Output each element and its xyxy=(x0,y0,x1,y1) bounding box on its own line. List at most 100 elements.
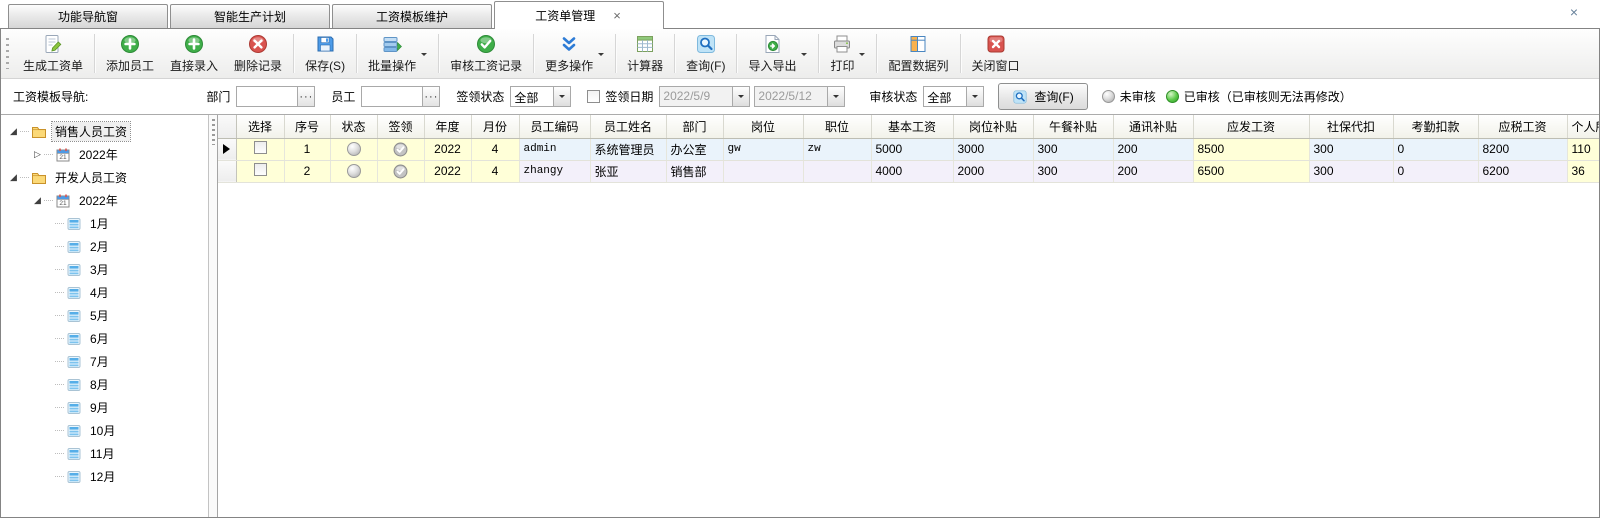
cell-social_deduct[interactable]: 300 xyxy=(1309,138,1393,160)
sign-date-from-select[interactable]: 2022/5/9 xyxy=(659,86,750,107)
dropdown-arrow-icon[interactable] xyxy=(859,53,865,59)
tab-active[interactable]: 工资单管理× xyxy=(494,1,664,29)
column-header-sign[interactable]: 签领 xyxy=(377,115,424,138)
tree-node[interactable]: 7月 xyxy=(1,350,208,373)
sign-status-dropdown-arrow-icon[interactable] xyxy=(553,87,570,106)
cell-base_salary[interactable]: 5000 xyxy=(871,138,953,160)
tree-node[interactable]: 8月 xyxy=(1,373,208,396)
cell-comm_allowance[interactable]: 200 xyxy=(1113,138,1193,160)
toolbar-close-window-button[interactable]: 关闭窗口 xyxy=(964,29,1028,78)
tree-splitter[interactable] xyxy=(208,115,218,517)
cell-attendance_deduct[interactable]: 0 xyxy=(1393,160,1478,182)
cell-taxable_pay[interactable]: 8200 xyxy=(1478,138,1567,160)
cell-emp_code[interactable]: zhangy xyxy=(519,160,590,182)
cell-title[interactable] xyxy=(803,160,871,182)
dropdown-arrow-icon[interactable] xyxy=(801,53,807,59)
cell-post[interactable]: gw xyxy=(723,138,803,160)
audit-status-dropdown-arrow-icon[interactable] xyxy=(966,87,983,106)
column-header-select[interactable]: 选择 xyxy=(236,115,284,138)
tree-node[interactable]: ▷212022年 xyxy=(1,143,208,166)
tree-node[interactable]: 4月 xyxy=(1,281,208,304)
cell-dept[interactable]: 销售部 xyxy=(666,160,723,182)
cell-sign[interactable] xyxy=(377,138,424,160)
column-header-seq[interactable]: 序号 xyxy=(284,115,330,138)
toolbar-more-operations-button[interactable]: 更多操作 xyxy=(537,29,612,78)
cell-status[interactable] xyxy=(330,138,377,160)
sign-status-select[interactable]: 全部 xyxy=(510,86,571,107)
column-header-comm_allowance[interactable]: 通讯补贴 xyxy=(1113,115,1193,138)
toolbar-direct-entry-button[interactable]: 直接录入 xyxy=(162,29,226,78)
cell-post[interactable] xyxy=(723,160,803,182)
cell-emp_name[interactable]: 张亚 xyxy=(590,160,666,182)
column-header-gross_pay[interactable]: 应发工资 xyxy=(1193,115,1309,138)
toolbar-audit-payroll-button[interactable]: 审核工资记录 xyxy=(442,29,530,78)
dropdown-arrow-icon[interactable] xyxy=(598,53,604,59)
tab-item[interactable]: 功能导航窗 xyxy=(8,4,168,28)
cell-gross_pay[interactable]: 6500 xyxy=(1193,160,1309,182)
tree-collapse-icon[interactable]: ◢ xyxy=(31,196,44,205)
column-header-base_salary[interactable]: 基本工资 xyxy=(871,115,953,138)
toolbar-delete-record-button[interactable]: 删除记录 xyxy=(226,29,290,78)
cell-seq[interactable]: 2 xyxy=(284,160,330,182)
cell-post_allowance[interactable]: 3000 xyxy=(953,138,1033,160)
column-header-attendance_deduct[interactable]: 考勤扣款 xyxy=(1393,115,1478,138)
tabstrip-close-icon[interactable]: × xyxy=(1570,5,1578,19)
toolbar-configure-columns-button[interactable]: 配置数据列 xyxy=(880,29,956,78)
cell-personal_tax[interactable]: 110 xyxy=(1567,138,1599,160)
cell-year[interactable]: 2022 xyxy=(424,138,471,160)
toolbar-query-button[interactable]: 查询(F) xyxy=(678,29,733,78)
row-select-checkbox[interactable] xyxy=(254,163,267,176)
toolbar-save-button[interactable]: 保存(S) xyxy=(297,29,353,78)
sign-date-checkbox[interactable] xyxy=(587,90,600,103)
cell-emp_name[interactable]: 系统管理员 xyxy=(590,138,666,160)
toolbar-calculator-button[interactable]: 计算器 xyxy=(619,29,671,78)
tree-collapse-icon[interactable]: ◢ xyxy=(7,173,20,182)
toolbar-add-employee-button[interactable]: 添加员工 xyxy=(98,29,162,78)
cell-select[interactable] xyxy=(236,138,284,160)
tree-node[interactable]: 3月 xyxy=(1,258,208,281)
tab-close-icon[interactable]: × xyxy=(611,9,623,22)
employee-lookup-button[interactable]: ··· xyxy=(422,87,439,106)
tree-node[interactable]: 10月 xyxy=(1,419,208,442)
cell-select[interactable] xyxy=(236,160,284,182)
column-header-post_allowance[interactable]: 岗位补贴 xyxy=(953,115,1033,138)
column-header-dept[interactable]: 部门 xyxy=(666,115,723,138)
tab-item[interactable]: 智能生产计划 xyxy=(170,4,330,28)
column-header-status[interactable]: 状态 xyxy=(330,115,377,138)
dropdown-arrow-icon[interactable] xyxy=(421,53,427,59)
tree-node[interactable]: 9月 xyxy=(1,396,208,419)
tree-node[interactable]: 2月 xyxy=(1,235,208,258)
cell-month[interactable]: 4 xyxy=(471,138,519,160)
cell-dept[interactable]: 办公室 xyxy=(666,138,723,160)
column-header-personal_tax[interactable]: 个人所得税 xyxy=(1567,115,1599,138)
dept-input-field[interactable] xyxy=(237,87,297,106)
tree-node[interactable]: ◢销售人员工资 xyxy=(1,120,208,143)
cell-gross_pay[interactable]: 8500 xyxy=(1193,138,1309,160)
query-button[interactable]: 查询(F) xyxy=(998,83,1087,110)
tree-node[interactable]: 11月 xyxy=(1,442,208,465)
sign-date-to-select[interactable]: 2022/5/12 xyxy=(754,86,845,107)
column-header-month[interactable]: 月份 xyxy=(471,115,519,138)
cell-taxable_pay[interactable]: 6200 xyxy=(1478,160,1567,182)
cell-base_salary[interactable]: 4000 xyxy=(871,160,953,182)
toolbar-generate-payroll-button[interactable]: 生成工资单 xyxy=(15,29,91,78)
column-header-taxable_pay[interactable]: 应税工资 xyxy=(1478,115,1567,138)
cell-lunch_allowance[interactable]: 300 xyxy=(1033,160,1113,182)
tab-item[interactable]: 工资模板维护 xyxy=(332,4,492,28)
cell-sign[interactable] xyxy=(377,160,424,182)
toolbar-import-export-button[interactable]: 导入导出 xyxy=(740,29,815,78)
employee-input-field[interactable] xyxy=(362,87,422,106)
cell-lunch_allowance[interactable]: 300 xyxy=(1033,138,1113,160)
column-header-emp_code[interactable]: 员工编码 xyxy=(519,115,590,138)
column-header-year[interactable]: 年度 xyxy=(424,115,471,138)
toolbar-print-button[interactable]: 打印 xyxy=(822,29,873,78)
cell-year[interactable]: 2022 xyxy=(424,160,471,182)
cell-emp_code[interactable]: admin xyxy=(519,138,590,160)
cell-title[interactable]: zw xyxy=(803,138,871,160)
tree-expand-icon[interactable]: ▷ xyxy=(31,150,44,159)
cell-status[interactable] xyxy=(330,160,377,182)
audit-status-select[interactable]: 全部 xyxy=(923,86,984,107)
column-header-social_deduct[interactable]: 社保代扣 xyxy=(1309,115,1393,138)
cell-month[interactable]: 4 xyxy=(471,160,519,182)
tree-node[interactable]: 1月 xyxy=(1,212,208,235)
